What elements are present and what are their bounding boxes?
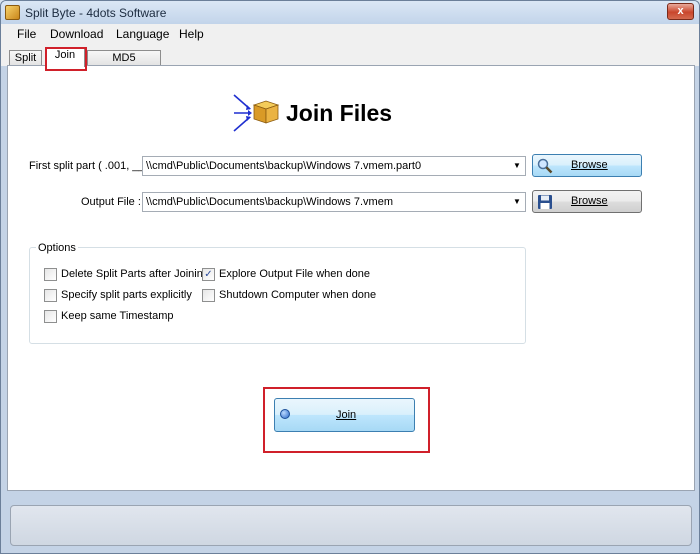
explore-output-label: Explore Output File when done <box>219 268 371 280</box>
app-window: Split Byte - 4dots Software x File Downl… <box>0 0 700 554</box>
explore-output-checkbox[interactable]: ✓ <box>202 268 215 281</box>
chevron-down-icon[interactable]: ▼ <box>509 193 525 211</box>
join-button-highlight <box>263 387 430 453</box>
magnifier-icon <box>537 158 553 174</box>
window-title: Split Byte - 4dots Software <box>25 6 167 20</box>
title-bar[interactable]: Split Byte - 4dots Software x <box>1 1 699 24</box>
specify-split-parts-checkbox[interactable] <box>44 289 57 302</box>
delete-split-parts-label: Delete Split Parts after Joining. <box>61 268 213 280</box>
status-bar <box>10 505 692 546</box>
specify-split-parts-option[interactable]: Specify split parts explicitly <box>44 289 204 303</box>
tab-md5-checksum[interactable]: MD5 Checksum <box>87 50 161 78</box>
keep-timestamp-option[interactable]: Keep same Timestamp <box>44 310 204 324</box>
delete-split-parts-option[interactable]: Delete Split Parts after Joining. <box>44 268 212 282</box>
delete-split-parts-checkbox[interactable] <box>44 268 57 281</box>
browse-output-file-button[interactable]: Browse <box>532 190 642 213</box>
first-split-label: First split part ( .001, __a) : <box>29 160 161 172</box>
join-tab-highlight <box>45 47 87 71</box>
keep-timestamp-checkbox[interactable] <box>44 310 57 323</box>
browse-first-split-button[interactable]: Browse <box>532 154 642 177</box>
join-files-icon <box>233 94 280 132</box>
output-file-label: Output File : <box>81 196 141 208</box>
page-title: Join Files <box>286 100 393 126</box>
floppy-disk-icon <box>538 195 552 209</box>
menu-download[interactable]: Download <box>50 27 103 41</box>
app-icon <box>5 5 20 20</box>
output-file-combo[interactable]: \\cmd\Public\Documents\backup\Windows 7.… <box>142 192 526 212</box>
options-title: Options <box>36 242 78 254</box>
specify-split-parts-label: Specify split parts explicitly <box>61 289 192 301</box>
first-split-combo[interactable]: \\cmd\Public\Documents\backup\Windows 7.… <box>142 156 526 176</box>
menu-help[interactable]: Help <box>179 27 204 41</box>
shutdown-computer-label: Shutdown Computer when done <box>219 289 377 301</box>
keep-timestamp-label: Keep same Timestamp <box>61 310 174 322</box>
menu-file[interactable]: File <box>17 27 36 41</box>
tab-strip: Split Join MD5 Checksum <box>1 44 699 78</box>
browse-first-split-label: Browse <box>571 159 608 171</box>
first-split-value: \\cmd\Public\Documents\backup\Windows 7.… <box>146 160 422 172</box>
menu-language[interactable]: Language <box>116 27 169 41</box>
close-button[interactable]: x <box>667 3 694 20</box>
shutdown-computer-checkbox[interactable] <box>202 289 215 302</box>
menu-bar: File Download Language Help <box>1 24 699 44</box>
explore-output-option[interactable]: ✓ Explore Output File when done <box>202 268 370 282</box>
tab-split[interactable]: Split <box>9 50 42 66</box>
chevron-down-icon[interactable]: ▼ <box>509 157 525 175</box>
shutdown-computer-option[interactable]: Shutdown Computer when done <box>202 289 376 303</box>
output-file-value: \\cmd\Public\Documents\backup\Windows 7.… <box>146 196 393 208</box>
browse-output-file-label: Browse <box>571 195 608 207</box>
